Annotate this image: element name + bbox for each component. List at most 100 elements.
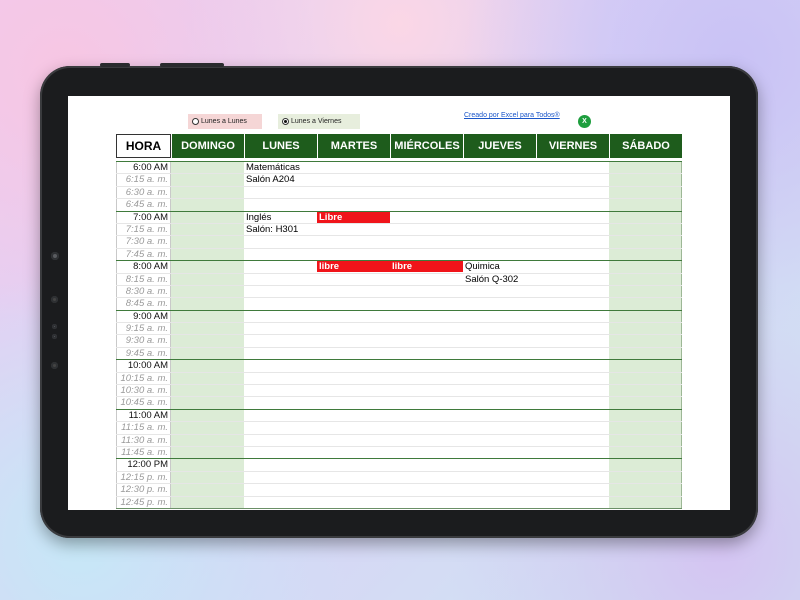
- schedule-cell[interactable]: [171, 273, 244, 285]
- schedule-cell[interactable]: [390, 274, 463, 285]
- schedule-cell[interactable]: [390, 323, 463, 334]
- schedule-cell[interactable]: [244, 472, 317, 483]
- schedule-cell[interactable]: [609, 162, 682, 174]
- schedule-cell[interactable]: [536, 199, 609, 210]
- schedule-cell[interactable]: [609, 186, 682, 199]
- schedule-cell[interactable]: [171, 397, 244, 409]
- schedule-cell[interactable]: [609, 397, 682, 409]
- schedule-cell[interactable]: [244, 410, 317, 421]
- schedule-cell[interactable]: [317, 360, 390, 371]
- schedule-cell[interactable]: [609, 422, 682, 434]
- schedule-cell[interactable]: [317, 187, 390, 198]
- schedule-cell[interactable]: [536, 459, 609, 470]
- schedule-cell[interactable]: Matemáticas: [244, 162, 317, 173]
- schedule-cell[interactable]: [390, 348, 463, 359]
- schedule-cell[interactable]: [536, 311, 609, 322]
- schedule-cell[interactable]: [463, 174, 536, 185]
- schedule-cell[interactable]: [390, 447, 463, 458]
- schedule-cell[interactable]: [536, 274, 609, 285]
- schedule-cell[interactable]: [244, 447, 317, 458]
- schedule-cell[interactable]: [463, 199, 536, 210]
- schedule-cell[interactable]: [317, 435, 390, 446]
- schedule-cell[interactable]: [609, 409, 682, 422]
- schedule-cell[interactable]: [536, 286, 609, 297]
- schedule-cell[interactable]: [317, 422, 390, 433]
- schedule-cell[interactable]: [171, 446, 244, 459]
- schedule-cell[interactable]: [171, 199, 244, 211]
- schedule-cell[interactable]: [463, 435, 536, 446]
- schedule-cell[interactable]: [609, 248, 682, 261]
- schedule-cell[interactable]: [171, 323, 244, 335]
- schedule-cell[interactable]: [244, 397, 317, 408]
- schedule-cell[interactable]: [390, 199, 463, 210]
- schedule-cell[interactable]: [390, 286, 463, 297]
- schedule-cell[interactable]: [609, 347, 682, 360]
- schedule-cell[interactable]: [317, 311, 390, 322]
- schedule-cell[interactable]: [463, 335, 536, 346]
- schedule-cell[interactable]: [171, 372, 244, 385]
- radio-icon[interactable]: [192, 118, 199, 125]
- schedule-cell[interactable]: [171, 360, 244, 372]
- schedule-cell[interactable]: [536, 162, 609, 173]
- schedule-cell[interactable]: [609, 310, 682, 323]
- schedule-cell[interactable]: [390, 459, 463, 470]
- schedule-cell[interactable]: Quimica: [463, 261, 536, 272]
- schedule-cell[interactable]: [244, 360, 317, 371]
- schedule-cell[interactable]: [536, 373, 609, 384]
- schedule-cell[interactable]: [463, 286, 536, 297]
- schedule-cell[interactable]: [536, 348, 609, 359]
- schedule-cell[interactable]: [317, 348, 390, 359]
- option-lunes-a-viernes[interactable]: Lunes a Viernes: [278, 114, 360, 129]
- schedule-cell[interactable]: [463, 410, 536, 421]
- schedule-cell[interactable]: [317, 162, 390, 173]
- schedule-cell[interactable]: [171, 162, 244, 174]
- schedule-cell[interactable]: [463, 422, 536, 433]
- schedule-cell[interactable]: [244, 484, 317, 495]
- schedule-cell[interactable]: [171, 186, 244, 199]
- schedule-cell[interactable]: [317, 497, 390, 508]
- schedule-cell[interactable]: [317, 323, 390, 334]
- schedule-cell[interactable]: [244, 249, 317, 260]
- schedule-cell[interactable]: [390, 472, 463, 483]
- schedule-cell[interactable]: [317, 224, 390, 235]
- schedule-cell[interactable]: [463, 373, 536, 384]
- schedule-cell[interactable]: [536, 236, 609, 247]
- schedule-cell[interactable]: [317, 385, 390, 396]
- schedule-cell[interactable]: [317, 484, 390, 495]
- schedule-cell[interactable]: [317, 274, 390, 285]
- schedule-cell[interactable]: [536, 360, 609, 371]
- schedule-cell[interactable]: [171, 434, 244, 446]
- schedule-cell[interactable]: [171, 422, 244, 434]
- schedule-cell[interactable]: [244, 311, 317, 322]
- schedule-cell[interactable]: [536, 298, 609, 309]
- schedule-cell[interactable]: [463, 497, 536, 508]
- schedule-cell[interactable]: [317, 236, 390, 247]
- schedule-cell[interactable]: libre: [317, 261, 390, 273]
- schedule-cell[interactable]: [463, 224, 536, 235]
- schedule-cell[interactable]: [244, 348, 317, 359]
- schedule-cell[interactable]: [390, 410, 463, 421]
- schedule-cell[interactable]: [609, 385, 682, 397]
- schedule-cell[interactable]: [463, 360, 536, 371]
- schedule-cell[interactable]: [609, 174, 682, 186]
- schedule-cell[interactable]: [536, 385, 609, 396]
- schedule-cell[interactable]: [463, 298, 536, 309]
- schedule-cell[interactable]: [390, 385, 463, 396]
- schedule-cell[interactable]: [609, 335, 682, 347]
- schedule-cell[interactable]: [244, 497, 317, 508]
- schedule-cell[interactable]: [244, 199, 317, 210]
- schedule-cell[interactable]: [536, 212, 609, 223]
- schedule-cell[interactable]: [609, 261, 682, 273]
- schedule-cell[interactable]: [536, 224, 609, 235]
- schedule-cell[interactable]: [390, 249, 463, 260]
- schedule-cell[interactable]: [244, 385, 317, 396]
- schedule-cell[interactable]: [536, 323, 609, 334]
- option-lunes-a-lunes[interactable]: Lunes a Lunes: [188, 114, 262, 129]
- radio-selected-icon[interactable]: [282, 118, 289, 125]
- schedule-cell[interactable]: [609, 323, 682, 335]
- schedule-cell[interactable]: [244, 298, 317, 309]
- schedule-cell[interactable]: [463, 447, 536, 458]
- schedule-cell[interactable]: [171, 409, 244, 422]
- schedule-cell[interactable]: libre: [390, 261, 463, 273]
- schedule-cell[interactable]: [390, 162, 463, 173]
